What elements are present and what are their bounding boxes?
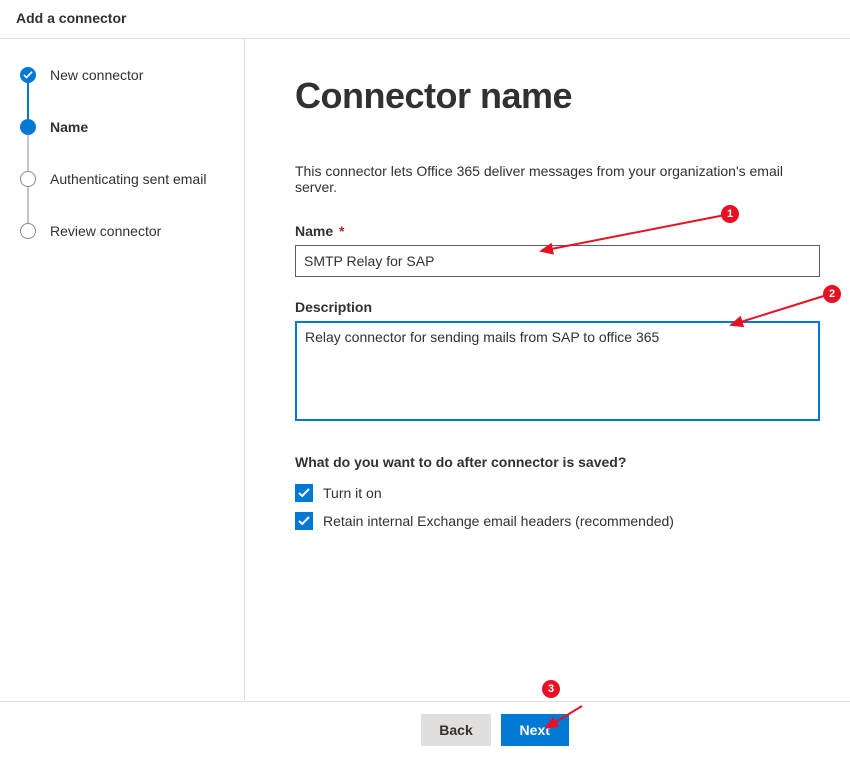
name-label-text: Name — [295, 223, 333, 239]
step-label: New connector — [50, 67, 143, 83]
required-asterisk: * — [339, 223, 344, 239]
back-button[interactable]: Back — [421, 714, 490, 746]
step-new-connector[interactable]: New connector — [20, 67, 244, 83]
checkbox-label: Turn it on — [323, 485, 382, 501]
checkmark-icon — [20, 67, 36, 83]
name-field: Name * — [295, 223, 820, 277]
post-save-question: What do you want to do after connector i… — [295, 454, 820, 470]
step-authenticating[interactable]: Authenticating sent email — [20, 171, 244, 187]
main-panel: Connector name This connector lets Offic… — [245, 39, 850, 700]
dialog-header: Add a connector — [0, 0, 850, 39]
wizard-steps: New connector Name Authenticating sent e… — [20, 67, 244, 239]
step-connector-line — [27, 187, 29, 223]
step-circle-icon — [20, 119, 36, 135]
checkmark-icon — [295, 512, 313, 530]
description-textarea[interactable]: Relay connector for sending mails from S… — [295, 321, 820, 421]
dialog-title: Add a connector — [16, 10, 126, 26]
page-title: Connector name — [295, 75, 820, 117]
step-label: Name — [50, 119, 88, 135]
dialog-body: New connector Name Authenticating sent e… — [0, 39, 850, 700]
checkbox-retain-headers[interactable]: Retain internal Exchange email headers (… — [295, 512, 820, 530]
annotation-badge-1: 1 — [721, 205, 739, 223]
next-button[interactable]: Next — [501, 714, 569, 746]
step-name[interactable]: Name — [20, 119, 244, 135]
step-label: Authenticating sent email — [50, 171, 206, 187]
wizard-sidebar: New connector Name Authenticating sent e… — [0, 39, 245, 700]
checkbox-turn-it-on[interactable]: Turn it on — [295, 484, 820, 502]
annotation-badge-2: 2 — [823, 285, 841, 303]
name-label: Name * — [295, 223, 820, 239]
wizard-footer: Back Next — [0, 701, 850, 757]
step-connector-line — [27, 135, 29, 171]
description-field: Description Relay connector for sending … — [295, 299, 820, 424]
checkbox-label: Retain internal Exchange email headers (… — [323, 513, 674, 529]
step-circle-icon — [20, 223, 36, 239]
step-circle-icon — [20, 171, 36, 187]
description-label: Description — [295, 299, 820, 315]
step-connector-line — [27, 83, 29, 119]
intro-text: This connector lets Office 365 deliver m… — [295, 163, 820, 195]
step-review[interactable]: Review connector — [20, 223, 244, 239]
step-label: Review connector — [50, 223, 161, 239]
name-input[interactable] — [295, 245, 820, 277]
checkmark-icon — [295, 484, 313, 502]
